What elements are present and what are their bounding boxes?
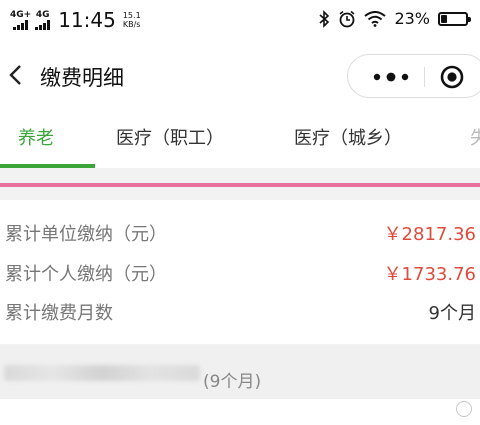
clock: 11:45 xyxy=(58,8,116,32)
watermark xyxy=(456,401,472,417)
watermark-logo-icon xyxy=(456,401,472,417)
divider-line xyxy=(0,183,480,187)
summary-value: ￥1733.76 xyxy=(383,264,476,285)
summary-label: 累计单位缴纳（元） xyxy=(5,224,167,245)
summary-value: 9个月 xyxy=(428,303,476,324)
status-left: 4G+ 4G 11:45 15.1 KB/s xyxy=(10,8,141,32)
tab-pension[interactable]: 养老 xyxy=(18,124,54,150)
nav-bar: 缴费明细 xyxy=(0,40,480,110)
period-section-header[interactable]: (9个月) xyxy=(0,345,480,399)
month-count: (9个月) xyxy=(203,372,262,392)
signal-4g: 4G xyxy=(35,9,51,30)
tab-medical-employee[interactable]: 医疗（职工） xyxy=(116,124,224,150)
signal-bars-icon xyxy=(35,19,51,30)
alarm-clock-icon xyxy=(339,10,355,27)
battery-icon xyxy=(438,11,471,26)
payment-summary-card: 累计单位缴纳（元） ￥2817.36 累计个人缴纳（元） ￥1733.76 累计… xyxy=(0,200,480,344)
list-area xyxy=(0,399,480,425)
bluetooth-icon xyxy=(319,9,330,28)
summary-row-months: 累计缴费月数 9个月 xyxy=(0,299,480,339)
summary-label: 累计缴费月数 xyxy=(5,303,113,324)
wifi-icon xyxy=(364,10,387,27)
network-speed: 15.1 KB/s xyxy=(123,11,141,29)
battery-fill xyxy=(441,14,447,23)
target-icon[interactable] xyxy=(440,65,464,89)
signal-bars-icon xyxy=(13,19,29,30)
tab-unemployment[interactable]: 失 xyxy=(470,124,480,150)
summary-row-personal: 累计个人缴纳（元） ￥1733.76 xyxy=(0,260,480,300)
blurred-text xyxy=(4,365,200,381)
network-label: 4G xyxy=(35,9,50,20)
summary-value: ￥2817.36 xyxy=(383,224,476,245)
network-label: 4G+ xyxy=(10,9,32,20)
signal-4g-plus: 4G+ xyxy=(10,9,32,30)
capsule-divider xyxy=(424,67,425,87)
speed-value: 15.1 xyxy=(122,11,141,20)
status-bar: 4G+ 4G 11:45 15.1 KB/s 23% xyxy=(0,0,480,40)
insurance-tabs: 养老 医疗（职工） 医疗（城乡） 失 xyxy=(0,110,480,168)
more-dots-icon[interactable] xyxy=(368,67,414,87)
status-right: 23% xyxy=(318,9,471,28)
summary-row-employer: 累计单位缴纳（元） ￥2817.36 xyxy=(0,220,480,260)
mini-program-capsule xyxy=(347,54,480,98)
page-title: 缴费明细 xyxy=(40,66,124,90)
battery-percentage: 23% xyxy=(394,9,430,28)
summary-label: 累计个人缴纳（元） xyxy=(5,264,167,285)
tab-medical-urban-rural[interactable]: 医疗（城乡） xyxy=(294,124,402,150)
active-tab-indicator xyxy=(0,164,95,168)
back-arrow-icon[interactable] xyxy=(4,58,32,92)
speed-unit: KB/s xyxy=(122,20,141,29)
